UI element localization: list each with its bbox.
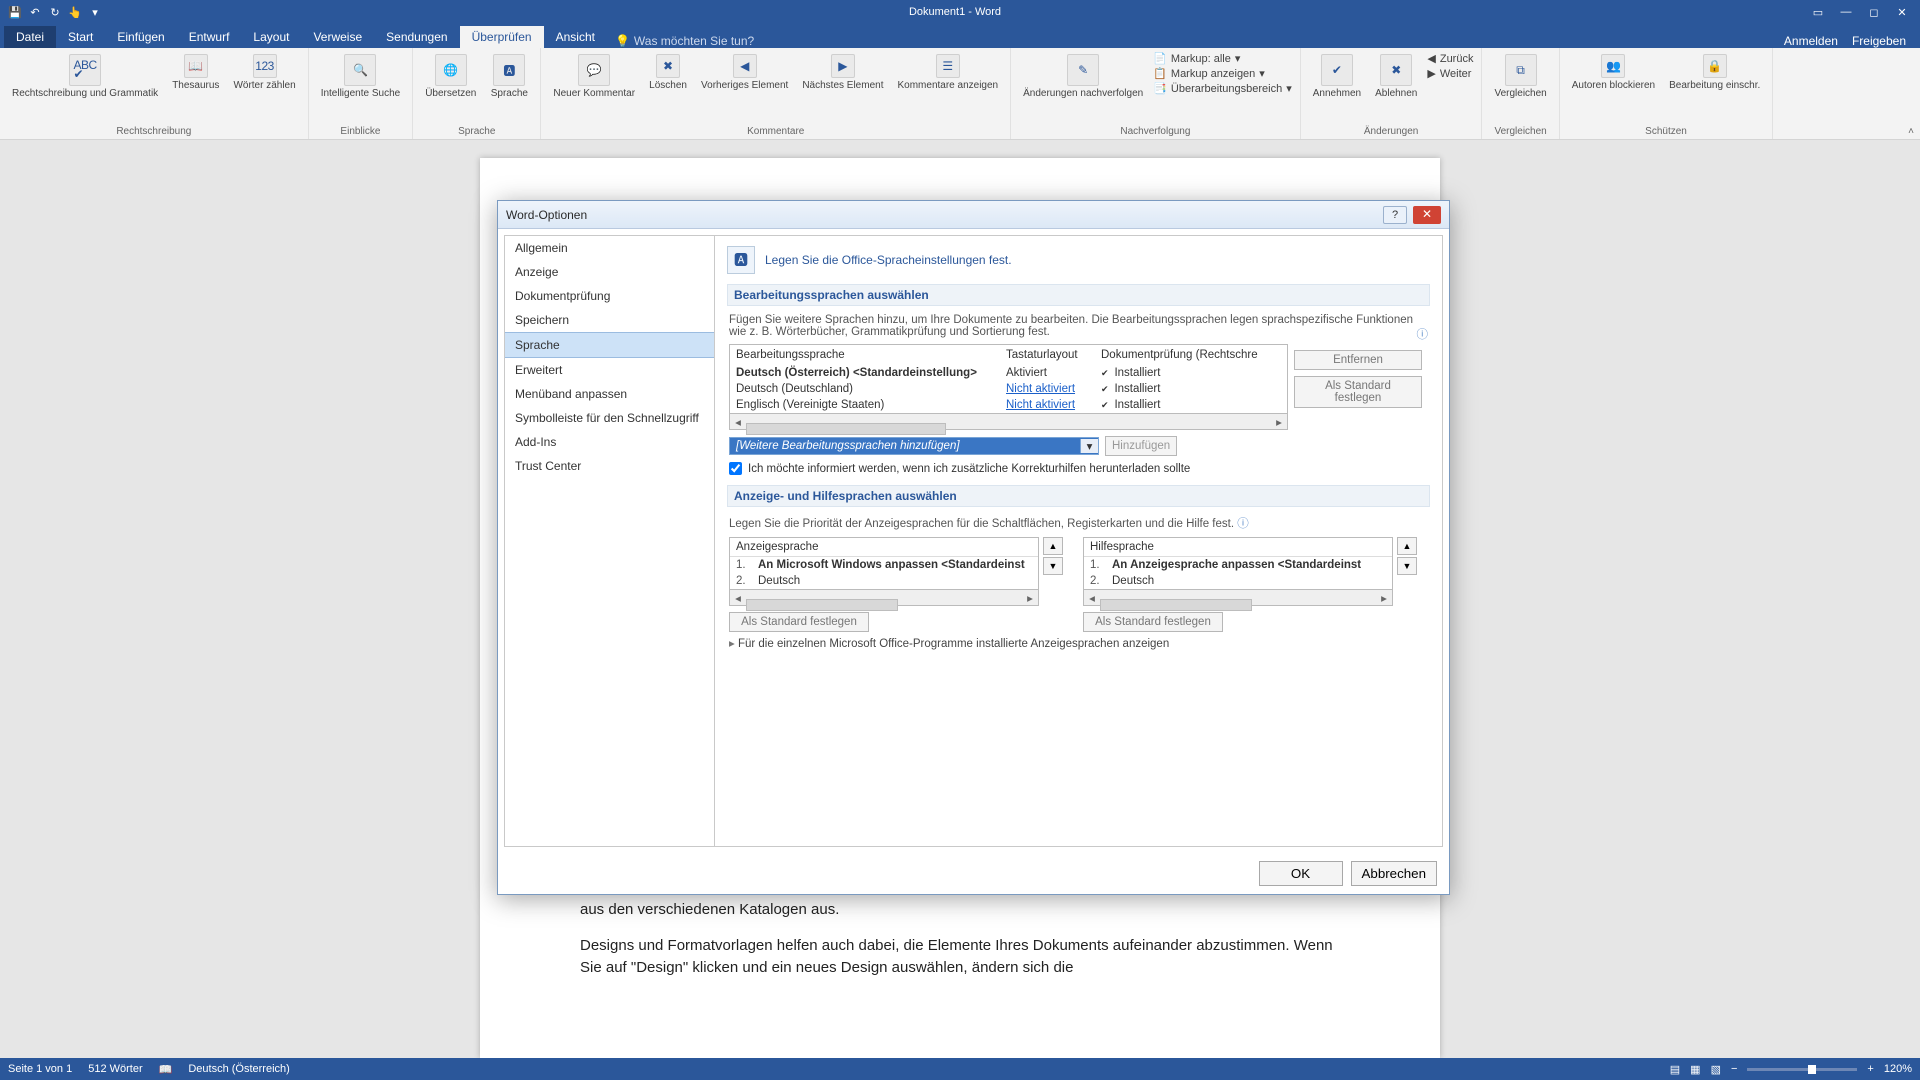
- scroll-right-icon[interactable]: ▸: [1271, 415, 1287, 429]
- section1-desc: Fügen Sie weitere Sprachen hinzu, um Ihr…: [729, 314, 1413, 338]
- move-down-icon[interactable]: ▼: [1397, 557, 1417, 575]
- move-up-icon[interactable]: ▲: [1043, 537, 1063, 555]
- section-display-languages: Anzeige- und Hilfesprachen auswählen: [727, 485, 1430, 507]
- set-default-display-button[interactable]: Als Standard festlegen: [729, 612, 869, 632]
- section2-desc: Legen Sie die Priorität der Anzeigesprac…: [729, 518, 1234, 530]
- nav-language[interactable]: Sprache: [505, 332, 714, 358]
- nav-save[interactable]: Speichern: [505, 308, 714, 332]
- proofing-ok-icon: ✔: [1101, 368, 1108, 378]
- info-icon[interactable]: ⓘ: [1237, 518, 1249, 530]
- list-item[interactable]: An Anzeigesprache anpassen <Standardeins…: [1112, 559, 1361, 571]
- lang-row[interactable]: Englisch (Vereinigte Staaten) Nicht akti…: [730, 397, 1287, 413]
- add-language-button[interactable]: Hinzufügen: [1105, 436, 1177, 456]
- nav-display[interactable]: Anzeige: [505, 260, 714, 284]
- lang-row[interactable]: Deutsch (Deutschland) Nicht aktiviert ✔ …: [730, 381, 1287, 397]
- activate-link[interactable]: Nicht aktiviert: [1006, 399, 1075, 411]
- dialog-backdrop: Word-Optionen ? ✕ Allgemein Anzeige Doku…: [0, 0, 1920, 1080]
- list-item[interactable]: Deutsch: [1112, 575, 1154, 587]
- pane-heading: Legen Sie die Office-Spracheinstellungen…: [765, 253, 1012, 267]
- section-editing-languages: Bearbeitungssprachen auswählen: [727, 284, 1430, 306]
- proofing-ok-icon: ✔: [1101, 400, 1108, 410]
- nav-general[interactable]: Allgemein: [505, 236, 714, 260]
- display-language-header: Anzeigesprache: [730, 538, 1038, 557]
- add-language-combo[interactable]: [Weitere Bearbeitungssprachen hinzufügen…: [729, 437, 1099, 455]
- move-down-icon[interactable]: ▼: [1043, 557, 1063, 575]
- list-item[interactable]: An Microsoft Windows anpassen <Standarde…: [758, 559, 1025, 571]
- chevron-down-icon[interactable]: ▾: [1080, 439, 1098, 453]
- cancel-button[interactable]: Abbrechen: [1351, 861, 1437, 886]
- close-dialog-icon[interactable]: ✕: [1413, 206, 1441, 224]
- remove-language-button[interactable]: Entfernen: [1294, 350, 1422, 370]
- nav-trust[interactable]: Trust Center: [505, 454, 714, 478]
- info-icon[interactable]: ⓘ: [1417, 326, 1429, 342]
- move-up-icon[interactable]: ▲: [1397, 537, 1417, 555]
- nav-customize-ribbon[interactable]: Menüband anpassen: [505, 382, 714, 406]
- nav-proofing[interactable]: Dokumentprüfung: [505, 284, 714, 308]
- set-default-button[interactable]: Als Standard festlegen: [1294, 376, 1422, 408]
- col-proofing: Dokumentprüfung (Rechtschre: [1101, 349, 1281, 361]
- display-list-hscroll[interactable]: ◂▸: [729, 590, 1039, 606]
- notify-checkbox[interactable]: [729, 462, 742, 475]
- scroll-left-icon[interactable]: ◂: [730, 415, 746, 429]
- ok-button[interactable]: OK: [1259, 861, 1343, 886]
- language-icon: 🅰: [727, 246, 755, 274]
- help-language-list[interactable]: Hilfesprache 1.An Anzeigesprache anpasse…: [1083, 537, 1393, 590]
- nav-addins[interactable]: Add-Ins: [505, 430, 714, 454]
- display-language-list[interactable]: Anzeigesprache 1.An Microsoft Windows an…: [729, 537, 1039, 590]
- col-keyboard: Tastaturlayout: [1006, 349, 1101, 361]
- options-dialog: Word-Optionen ? ✕ Allgemein Anzeige Doku…: [497, 200, 1450, 895]
- list-item[interactable]: Deutsch: [758, 575, 800, 587]
- dialog-title: Word-Optionen: [506, 208, 1377, 222]
- activate-link[interactable]: Nicht aktiviert: [1006, 383, 1075, 395]
- col-editing-language: Bearbeitungssprache: [736, 349, 1006, 361]
- dialog-nav: Allgemein Anzeige Dokumentprüfung Speich…: [505, 236, 715, 846]
- nav-advanced[interactable]: Erweitert: [505, 358, 714, 382]
- set-default-help-button[interactable]: Als Standard festlegen: [1083, 612, 1223, 632]
- help-icon[interactable]: ?: [1383, 206, 1407, 224]
- notify-label: Ich möchte informiert werden, wenn ich z…: [748, 463, 1190, 475]
- dialog-titlebar[interactable]: Word-Optionen ? ✕: [498, 201, 1449, 229]
- proofing-ok-icon: ✔: [1101, 384, 1108, 394]
- lang-table-hscroll[interactable]: ◂ ▸: [729, 414, 1288, 430]
- nav-qat[interactable]: Symbolleiste für den Schnellzugriff: [505, 406, 714, 430]
- dialog-pane: 🅰 Legen Sie die Office-Spracheinstellung…: [715, 236, 1442, 846]
- help-list-hscroll[interactable]: ◂▸: [1083, 590, 1393, 606]
- help-language-header: Hilfesprache: [1084, 538, 1392, 557]
- lang-row[interactable]: Deutsch (Österreich) <Standardeinstellun…: [730, 365, 1287, 381]
- show-installed-languages-link[interactable]: Für die einzelnen Microsoft Office-Progr…: [729, 632, 1428, 654]
